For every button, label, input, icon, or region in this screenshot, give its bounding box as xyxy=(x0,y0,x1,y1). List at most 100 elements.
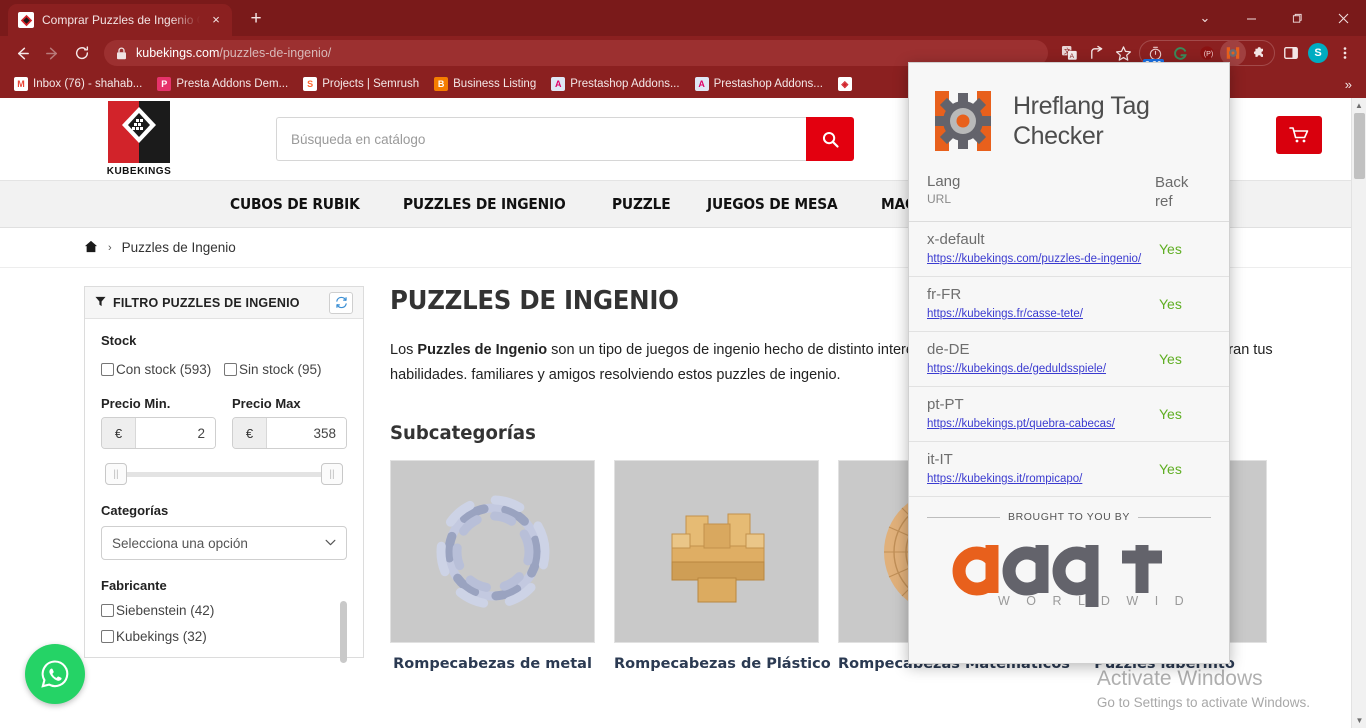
row-url-link[interactable]: https://kubekings.fr/casse-tete/ xyxy=(927,308,1083,320)
tab-close-icon[interactable]: × xyxy=(208,12,224,28)
refresh-icon xyxy=(335,296,347,309)
bookmark-item[interactable]: P Presta Addons Dem... xyxy=(151,75,294,93)
checkbox-box[interactable] xyxy=(101,363,114,376)
forward-icon[interactable] xyxy=(38,39,66,67)
manufacturer-scrollbar[interactable] xyxy=(340,601,347,663)
price-min-input[interactable]: € 2 xyxy=(101,417,216,449)
bookmark-item[interactable]: S Projects | Semrush xyxy=(297,75,425,93)
filter-card: FILTRO PUZZLES DE INGENIO Stock Con stoc… xyxy=(84,286,364,663)
subcategory-card[interactable]: Rompecabezas de metal xyxy=(390,460,595,672)
site-logo[interactable]: KUBEKINGS xyxy=(84,101,194,177)
price-min-label: Precio Min. xyxy=(101,396,171,411)
back-icon[interactable] xyxy=(8,39,36,67)
popup-title-line1: Hreflang Tag xyxy=(1013,92,1150,120)
cart-icon xyxy=(1289,127,1309,143)
bookmark-label: Prestashop Addons... xyxy=(713,78,823,90)
maximize-button[interactable] xyxy=(1274,0,1320,36)
search-button[interactable] xyxy=(806,117,854,161)
refresh-filters-button[interactable] xyxy=(329,291,353,314)
tab-title: Comprar Puzzles de Ingenio Onli xyxy=(42,13,200,27)
checkbox-box[interactable] xyxy=(101,604,114,617)
home-icon[interactable] xyxy=(84,240,98,256)
nav-item-cubos-de-rubik[interactable]: CUBOS DE RUBIK xyxy=(230,195,360,213)
windows-activation-watermark: Activate Windows Go to Settings to activ… xyxy=(1097,666,1310,710)
hreflang-row: de-DE https://kubekings.de/geduldsspiele… xyxy=(909,332,1229,387)
kubekings-logo-icon xyxy=(108,101,170,163)
cart-button[interactable] xyxy=(1276,116,1322,154)
price-range-slider[interactable]: || || xyxy=(105,463,343,485)
checkbox-box[interactable] xyxy=(224,363,237,376)
bookmark-label: Prestashop Addons... xyxy=(570,78,680,90)
row-lang: pt-PT xyxy=(927,396,964,413)
close-window-button[interactable] xyxy=(1320,0,1366,36)
prestashop-icon: A xyxy=(694,77,709,91)
reload-icon[interactable] xyxy=(68,39,96,67)
price-filters: Precio Min. € 2 Precio Max € 358 xyxy=(101,396,347,449)
profile-avatar[interactable]: S xyxy=(1305,40,1331,66)
popup-table-header: Lang URL Back ref xyxy=(909,173,1229,222)
nav-item-puzzle[interactable]: PUZZLE xyxy=(612,195,671,213)
slider-handle-min[interactable]: || xyxy=(105,463,127,485)
row-url-link[interactable]: https://kubekings.pt/quebra-cabecas/ xyxy=(927,418,1115,430)
hreflang-row: pt-PT https://kubekings.pt/quebra-cabeca… xyxy=(909,387,1229,442)
kubekings-icon: ◈ xyxy=(837,77,852,91)
bookmark-item[interactable]: M Inbox (76) - shahab... xyxy=(8,75,148,93)
row-backref-value: Yes xyxy=(1159,406,1182,422)
price-min-value[interactable]: 2 xyxy=(136,418,215,448)
new-tab-button[interactable]: + xyxy=(242,6,270,34)
bookmark-item[interactable]: ◈ xyxy=(832,75,858,93)
row-url-link[interactable]: https://kubekings.com/puzzles-de-ingenio… xyxy=(927,253,1141,265)
brought-to-you-by: BROUGHT TO YOU BY xyxy=(927,511,1212,523)
price-max-value[interactable]: 358 xyxy=(267,418,346,448)
breadcrumb-separator: › xyxy=(108,241,112,254)
price-max-input[interactable]: € 358 xyxy=(232,417,347,449)
metal-ring-puzzle-image xyxy=(390,460,595,643)
row-backref-value: Yes xyxy=(1159,241,1182,257)
prestashop-icon: A xyxy=(551,77,566,91)
scroll-down-arrow[interactable]: ▼ xyxy=(1352,713,1366,728)
breadcrumb-current: Puzzles de Ingenio xyxy=(121,240,236,255)
row-url-link[interactable]: https://kubekings.de/geduldsspiele/ xyxy=(927,363,1106,375)
search-icon xyxy=(822,131,839,148)
checkbox-label: Sin stock (95) xyxy=(239,362,322,377)
filter-title: FILTRO PUZZLES DE INGENIO xyxy=(113,295,300,310)
tab-strip: Comprar Puzzles de Ingenio Onli × + ⌄ xyxy=(0,0,1366,36)
row-url-link[interactable]: https://kubekings.it/rompicapo/ xyxy=(927,473,1082,485)
nav-item-juegos-de-mesa[interactable]: JUEGOS DE MESA xyxy=(707,195,838,213)
bookmark-item[interactable]: B Business Listing xyxy=(428,75,542,93)
side-panel-icon[interactable] xyxy=(1278,40,1304,66)
page-scrollbar[interactable]: ▲ ▼ xyxy=(1351,98,1366,728)
bookmark-item[interactable]: A Prestashop Addons... xyxy=(545,75,685,93)
adapt-worldwide-logo[interactable]: W O R L D W I D E xyxy=(927,531,1211,609)
chrome-menu-icon[interactable] xyxy=(1332,40,1358,66)
chevron-down-icon xyxy=(325,537,336,549)
bookmark-item[interactable]: A Prestashop Addons... xyxy=(689,75,829,93)
filter-header: FILTRO PUZZLES DE INGENIO xyxy=(85,287,363,319)
scroll-up-arrow[interactable]: ▲ xyxy=(1352,98,1366,113)
price-max-label: Precio Max xyxy=(232,396,301,411)
whatsapp-chat-button[interactable] xyxy=(25,644,85,704)
search-input[interactable] xyxy=(276,117,806,161)
watermark-subtitle: Go to Settings to activate Windows. xyxy=(1096,695,1310,710)
extensions-puzzle-icon[interactable] xyxy=(1246,40,1272,66)
slider-handle-max[interactable]: || xyxy=(321,463,343,485)
gmail-icon: M xyxy=(14,77,28,91)
subcategory-card[interactable]: Rompecabezas de Plástico xyxy=(614,460,831,672)
checkbox-con-stock[interactable]: Con stock (593) xyxy=(101,360,224,380)
checkbox-siebenstein[interactable]: Siebenstein (42) xyxy=(101,601,347,621)
scrollbar-thumb[interactable] xyxy=(1354,113,1365,179)
popup-title-line2: Checker xyxy=(1013,122,1104,150)
categories-label: Categorías xyxy=(101,503,169,518)
browser-tab[interactable]: Comprar Puzzles de Ingenio Onli × xyxy=(8,4,232,36)
checkbox-box[interactable] xyxy=(101,630,114,643)
chevron-down-icon[interactable]: ⌄ xyxy=(1182,0,1228,36)
bookmarks-overflow-icon[interactable]: » xyxy=(1339,77,1358,92)
minimize-button[interactable] xyxy=(1228,0,1274,36)
checkbox-kubekings[interactable]: Kubekings (32) xyxy=(101,627,347,647)
nav-item-puzzles-de-ingenio[interactable]: PUZZLES DE INGENIO xyxy=(403,195,566,213)
checkbox-sin-stock[interactable]: Sin stock (95) xyxy=(224,360,347,380)
slider-track xyxy=(105,472,343,477)
categories-select[interactable]: Selecciona una opción xyxy=(101,526,347,560)
checkbox-label: Siebenstein (42) xyxy=(116,603,215,618)
address-bar[interactable]: kubekings.com/puzzles-de-ingenio/ xyxy=(104,40,1048,66)
